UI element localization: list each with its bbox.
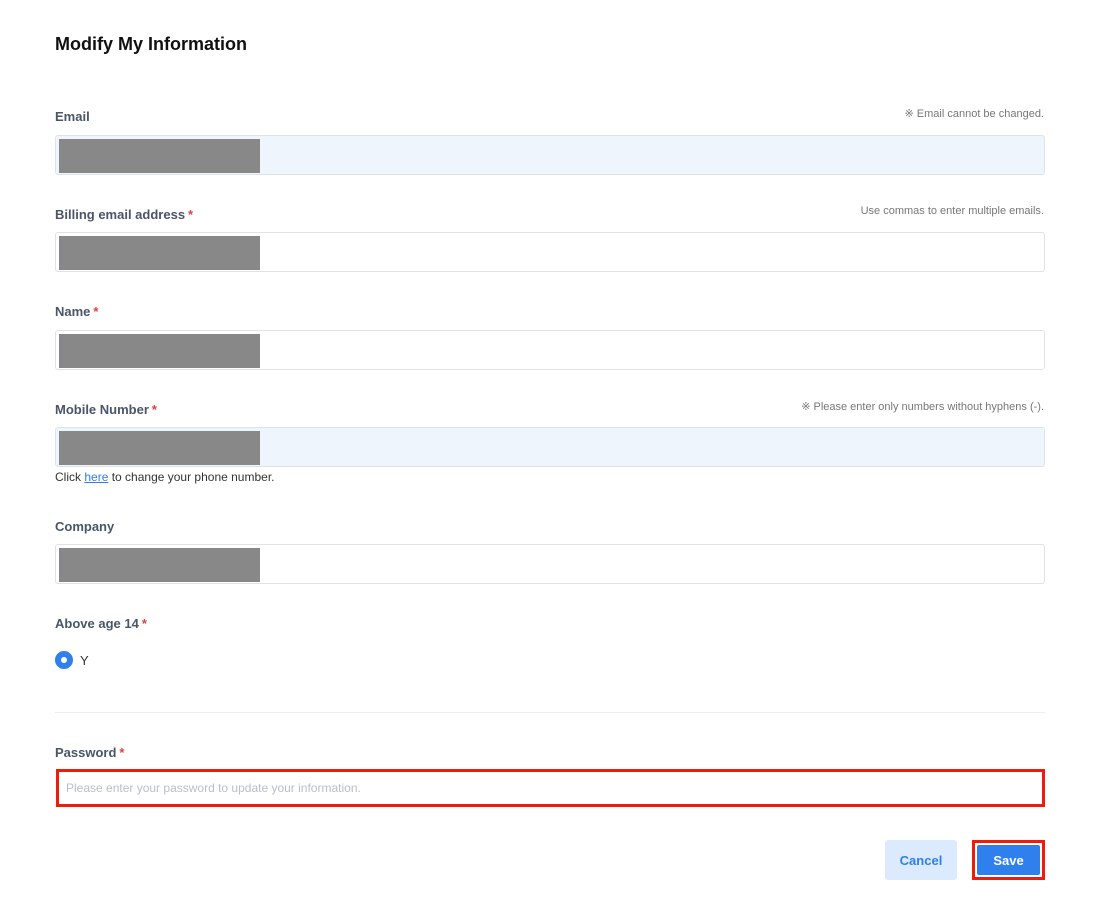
redacted-value — [59, 431, 260, 465]
age-radio-option[interactable]: Y — [55, 651, 89, 669]
mobile-label: Mobile Number * — [55, 402, 157, 417]
phone-note-suffix: to change your phone number. — [108, 470, 275, 484]
age-label-text: Above age 14 — [55, 616, 139, 631]
redacted-value — [59, 139, 260, 173]
save-button-highlight: Save — [972, 840, 1045, 880]
password-field-wrapper — [56, 769, 1045, 807]
mobile-hint: ※ Please enter only numbers without hyph… — [801, 401, 1044, 413]
radio-selected-icon[interactable] — [55, 651, 73, 669]
name-label: Name * — [55, 304, 98, 319]
required-mark: * — [93, 304, 99, 319]
mobile-label-text: Mobile Number — [55, 402, 149, 417]
redacted-value — [59, 334, 260, 368]
password-label-text: Password — [55, 745, 117, 760]
password-input[interactable] — [59, 772, 1042, 804]
phone-change-note: Click here to change your phone number. — [55, 470, 275, 484]
save-button[interactable]: Save — [977, 845, 1040, 875]
mobile-field — [55, 427, 1045, 467]
company-label-text: Company — [55, 519, 115, 534]
change-phone-link[interactable]: here — [84, 470, 108, 484]
required-mark: * — [141, 616, 147, 631]
redacted-value — [59, 236, 260, 270]
company-field[interactable] — [55, 544, 1045, 584]
company-label: Company — [55, 519, 114, 534]
name-label-text: Name — [55, 304, 91, 319]
age-label: Above age 14 * — [55, 616, 147, 631]
email-label: Email — [55, 109, 90, 124]
required-mark: * — [151, 402, 157, 417]
billing-email-label: Billing email address * — [55, 207, 193, 222]
required-mark: * — [119, 745, 125, 760]
modify-info-page: Modify My Information Email ※ Email cann… — [0, 0, 1097, 913]
billing-email-hint: Use commas to enter multiple emails. — [860, 205, 1044, 217]
email-hint: ※ Email cannot be changed. — [904, 108, 1044, 120]
password-label: Password * — [55, 745, 124, 760]
cancel-button[interactable]: Cancel — [885, 840, 957, 880]
email-label-text: Email — [55, 109, 90, 124]
redacted-value — [59, 548, 260, 582]
email-field — [55, 135, 1045, 175]
billing-email-label-text: Billing email address — [55, 207, 186, 222]
section-divider — [55, 712, 1045, 713]
phone-note-prefix: Click — [55, 470, 85, 484]
billing-email-field[interactable] — [55, 232, 1045, 272]
page-title: Modify My Information — [55, 34, 247, 54]
name-field[interactable] — [55, 330, 1045, 370]
age-option-label: Y — [80, 652, 89, 668]
required-mark: * — [188, 207, 194, 222]
